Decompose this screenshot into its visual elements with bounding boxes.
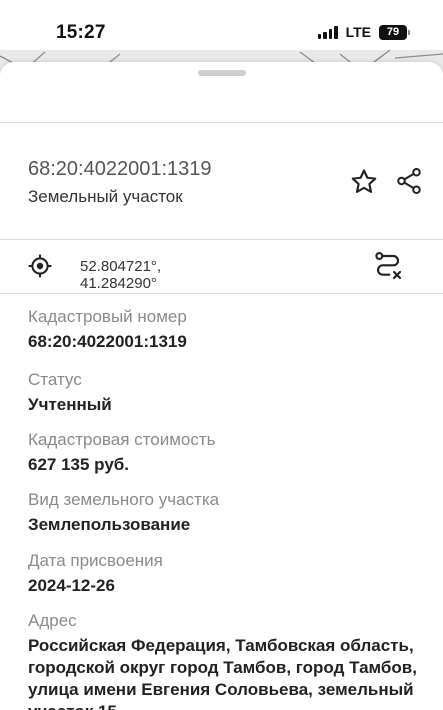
coordinates-text[interactable]: 52.804721°, 41.284290° xyxy=(80,258,161,292)
field-label: Кадастровая стоимость xyxy=(28,430,216,449)
divider xyxy=(0,122,443,123)
sheet-drag-handle[interactable] xyxy=(198,70,246,76)
signal-icon xyxy=(317,25,338,39)
status-time: 15:27 xyxy=(56,22,106,43)
field-label: Кадастровый номер xyxy=(28,307,187,326)
share-icon xyxy=(397,168,421,194)
field-status: Статус Учтенный xyxy=(28,369,423,416)
field-value: Учтенный xyxy=(28,395,112,414)
field-value: 627 135 руб. xyxy=(28,455,130,474)
share-button[interactable] xyxy=(393,165,425,197)
star-icon xyxy=(351,169,377,193)
crosshair-icon xyxy=(28,254,52,278)
field-value: 2024-12-26 xyxy=(28,576,115,595)
field-cadastral-number: Кадастровый номер 68:20:4022001:1319 xyxy=(28,306,423,353)
divider xyxy=(0,239,443,240)
field-label: Вид земельного участка xyxy=(28,490,220,509)
object-info-sheet: 68:20:4022001:1319 Земельный участок 52.… xyxy=(0,62,443,710)
object-subtitle: Земельный участок xyxy=(28,187,183,206)
field-label: Адрес xyxy=(28,611,77,630)
battery-icon: 79 xyxy=(379,24,410,40)
network-type: LTE xyxy=(345,24,371,40)
divider xyxy=(0,293,443,294)
field-value: Землепользование xyxy=(28,515,191,534)
field-land-type: Вид земельного участка Землепользование xyxy=(28,489,423,536)
field-label: Дата присвоения xyxy=(28,551,163,570)
field-value: 68:20:4022001:1319 xyxy=(28,332,187,351)
route-button[interactable] xyxy=(372,250,404,282)
status-indicators: LTE 79 xyxy=(317,24,410,40)
favorite-button[interactable] xyxy=(348,166,380,198)
route-icon xyxy=(375,251,402,280)
field-value: Российская Федерация, Тамбовская область… xyxy=(28,636,417,710)
battery-level: 79 xyxy=(386,26,400,38)
field-assignment-date: Дата присвоения 2024-12-26 xyxy=(28,550,423,597)
field-cadastral-value: Кадастровая стоимость 627 135 руб. xyxy=(28,429,423,476)
field-label: Статус xyxy=(28,370,82,389)
field-address: Адрес Российская Федерация, Тамбовская о… xyxy=(28,610,423,710)
object-title: 68:20:4022001:1319 xyxy=(28,158,212,180)
